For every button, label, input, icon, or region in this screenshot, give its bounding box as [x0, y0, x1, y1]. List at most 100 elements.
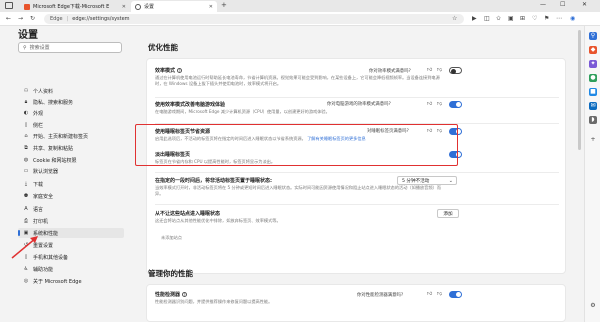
- gaming-efficiency-toggle[interactable]: [449, 101, 462, 108]
- sidebar-item-sidebar[interactable]: ▯ 侧栏: [18, 120, 124, 130]
- close-tab-icon[interactable]: ✕: [122, 4, 126, 10]
- sidebar-item-label: 默认浏览器: [33, 168, 59, 175]
- sidebar-item-label: 隐私、搜索和服务: [33, 99, 74, 106]
- section-title-manage: 管理你的性能: [148, 269, 193, 278]
- sidebar-item-start-home[interactable]: ⌂ 开始、主页和新建标签页: [18, 131, 124, 141]
- sidebar-item-label: 家庭安全: [33, 193, 54, 200]
- favorite-star-icon[interactable]: ☆: [452, 15, 457, 22]
- games-icon[interactable]: ●: [589, 74, 597, 82]
- feedback-icon[interactable]: ⚑: [544, 15, 549, 22]
- back-icon[interactable]: ←: [6, 15, 11, 22]
- thumbs-up-icon[interactable]: 👍︎: [427, 291, 432, 297]
- add-app-icon[interactable]: +: [589, 136, 597, 144]
- sidebar-item-label: 关于 Microsoft Edge: [33, 278, 82, 285]
- efficiency-mode-toggle[interactable]: [449, 67, 462, 74]
- maximize-button[interactable]: ☐: [560, 1, 565, 8]
- sidebar-item-family[interactable]: ⚉ 家庭安全: [18, 191, 124, 201]
- url-text: edge://settings/system: [72, 16, 130, 22]
- sidebar-item-default-browser[interactable]: ▭ 默认浏览器: [18, 166, 124, 176]
- tab-edge-download[interactable]: Microsoft Edge下载-Microsoft E ✕: [20, 1, 130, 12]
- sidebar-item-printers[interactable]: ⎙ 打印机: [18, 216, 124, 226]
- sidebar-item-languages[interactable]: A 语言: [18, 204, 124, 214]
- sidebar-item-label: 开始、主页和新建标签页: [33, 133, 89, 140]
- more-icon[interactable]: ⋯: [556, 15, 562, 22]
- never-sleep-title: 从不让这些站点进入睡眠状态: [155, 211, 221, 217]
- close-tab-icon[interactable]: ✕: [209, 4, 213, 10]
- add-site-button[interactable]: 添加: [437, 209, 459, 218]
- efficiency-feedback-question: 你对效率模式满意吗?: [369, 69, 411, 74]
- collections-icon[interactable]: ▣: [508, 15, 514, 22]
- search-settings-input[interactable]: ⚲ 搜索设置: [18, 42, 122, 53]
- toggle-knob: [451, 68, 456, 74]
- section-title-optimize: 优化性能: [148, 43, 178, 52]
- tab-title: 设置: [144, 4, 155, 10]
- tab-settings[interactable]: 设置 ✕: [131, 1, 217, 12]
- download-icon: ⤓: [24, 181, 28, 187]
- close-window-button[interactable]: ✕: [582, 1, 587, 8]
- refresh-icon[interactable]: ↻: [30, 15, 35, 22]
- inactive-timeout-select[interactable]: 5 分钟不活动 ⌄: [397, 176, 457, 185]
- tab-strip: Microsoft Edge下载-Microsoft E ✕ 设置 ✕ + — …: [0, 0, 600, 12]
- never-sleep-desc: 这还会将站点从其他性能优化中排除，如放弃标签页、效率模式等。: [155, 218, 281, 223]
- office-icon[interactable]: ■: [589, 88, 597, 96]
- gaming-efficiency-desc: 在电脑游戏期间，Microsoft Edge 减少计算机资源（CPU）使用量，以…: [155, 109, 330, 114]
- thumbs-down-icon[interactable]: 👎︎: [437, 101, 442, 107]
- thumbs-down-icon[interactable]: 👎︎: [437, 291, 442, 297]
- help-icon[interactable]: ?: [182, 292, 188, 297]
- gear-icon: [135, 3, 141, 10]
- thumbs-up-icon[interactable]: 👍︎: [427, 101, 432, 107]
- performance-detector-toggle[interactable]: [449, 291, 462, 298]
- lock-icon: 🔒︎: [24, 99, 28, 105]
- drop-icon[interactable]: ◗: [589, 116, 597, 124]
- new-tab-button[interactable]: +: [221, 1, 227, 9]
- play-icon[interactable]: ▶: [472, 15, 477, 22]
- divider: [155, 172, 559, 173]
- inactive-tabs-title: 在指定的一段时间后，将非活动标签页置于睡眠状态:: [155, 178, 273, 184]
- search-icon[interactable]: ⚲: [589, 32, 597, 40]
- performance-card: 效率模式? 通过在计算机使用电池运行时帮助延长电池寿命，节省计算机资源。视觉效果…: [146, 58, 566, 274]
- sidebar-item-profile[interactable]: ⚇ 个人资料: [18, 86, 124, 96]
- content-scrollbar[interactable]: [578, 30, 581, 150]
- performance-detector-title: 性能检测器?: [155, 291, 188, 298]
- shopping-icon[interactable]: ◆: [589, 46, 597, 54]
- sidebar-item-label: 侧栏: [33, 122, 44, 129]
- performance-detector-label: 性能检测器: [155, 292, 181, 298]
- edge-app-label: Edge: [50, 16, 63, 22]
- tab-actions-icon[interactable]: [5, 2, 13, 9]
- toggle-knob: [456, 292, 461, 297]
- forward-icon[interactable]: →: [18, 15, 23, 22]
- sidebar-item-privacy[interactable]: 🔒︎ 隐私、搜索和服务: [18, 97, 124, 107]
- outlook-icon[interactable]: ✉: [589, 102, 597, 110]
- gaming-feedback-question: 你对电脑游戏的效率模式满意吗?: [327, 102, 391, 107]
- minimize-button[interactable]: —: [540, 1, 546, 8]
- extensions-icon[interactable]: ⊞: [520, 15, 525, 22]
- home-icon: ⌂: [24, 133, 28, 139]
- sidebar-item-downloads[interactable]: ⤓ 下载: [18, 179, 124, 189]
- efficiency-mode-title: 效率模式?: [155, 67, 183, 74]
- sidebar-item-label: 语言: [33, 206, 44, 213]
- copilot-icon[interactable]: ◉: [570, 15, 575, 22]
- favorites-icon[interactable]: ✩: [496, 15, 501, 22]
- chevron-down-icon: ⌄: [448, 178, 453, 184]
- sidebar-item-about[interactable]: ◎ 关于 Microsoft Edge: [18, 276, 124, 286]
- family-icon: ⚉: [23, 193, 29, 199]
- sidebar-settings-icon[interactable]: ⚙: [589, 302, 597, 310]
- split-screen-icon[interactable]: ◫: [484, 15, 490, 22]
- thumbs-down-icon[interactable]: 👎︎: [437, 67, 442, 73]
- tools-icon[interactable]: ✦: [589, 60, 597, 68]
- edge-sidebar: ⚲ ◆ ✦ ● ■ ✉ ◗ + ⚙: [584, 26, 600, 322]
- search-placeholder: 搜索设置: [29, 45, 50, 51]
- tab-title: Microsoft Edge下载-Microsoft E: [33, 4, 110, 10]
- edge-icon: ◎: [23, 278, 29, 284]
- sidebar-item-appearance[interactable]: ◐ 外观: [18, 108, 124, 118]
- annotation-arrow-icon: [11, 236, 38, 259]
- sidebar-item-cookies[interactable]: ◍ Cookie 和网站权限: [18, 155, 124, 165]
- cookie-icon: ◍: [23, 157, 29, 163]
- appearance-icon: ◐: [23, 110, 29, 116]
- sidebar-item-accessibility[interactable]: ♿︎ 辅助功能: [18, 264, 124, 274]
- sidebar-item-share[interactable]: ⧉ 共享、复制和粘贴: [18, 143, 124, 153]
- address-bar[interactable]: Edge | edge://settings/system: [44, 14, 464, 24]
- thumbs-up-icon[interactable]: 👍︎: [427, 67, 432, 73]
- help-icon[interactable]: ?: [177, 68, 183, 73]
- browser-essentials-icon[interactable]: ♡: [532, 15, 537, 22]
